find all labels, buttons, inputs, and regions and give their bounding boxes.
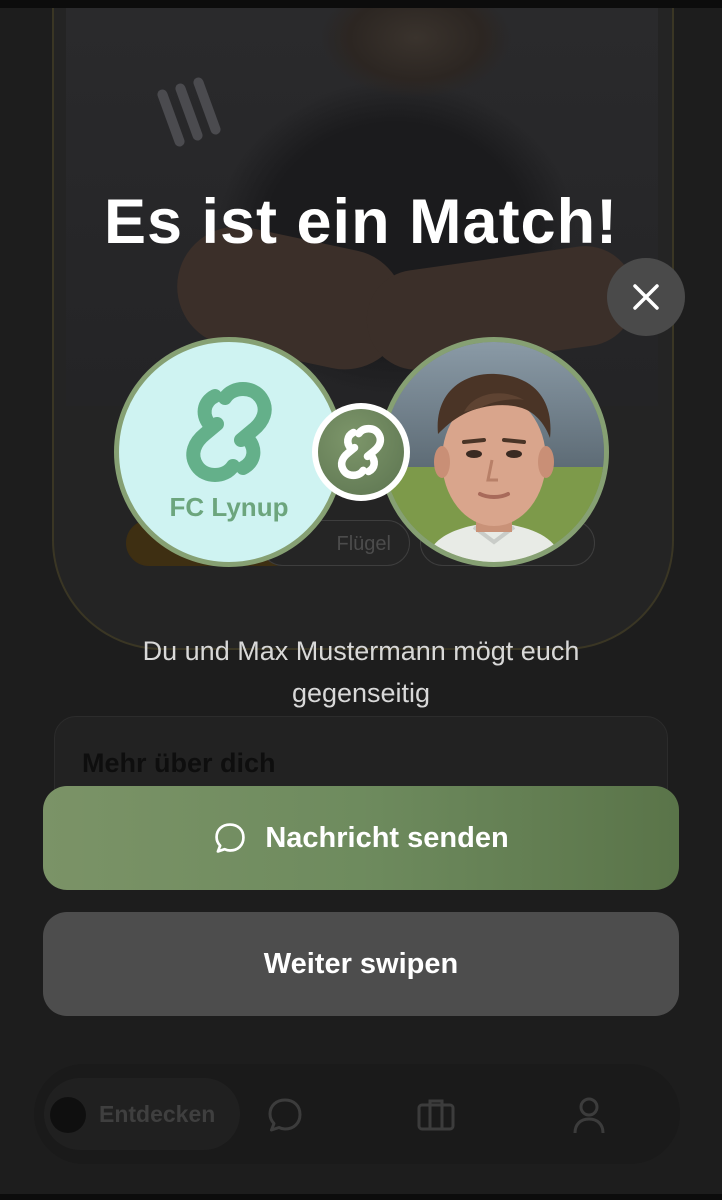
match-title: Es ist ein Match!: [103, 187, 619, 257]
match-link-badge: [312, 403, 410, 501]
discover-icon: [50, 1097, 86, 1133]
match-link-inner: [318, 409, 404, 495]
system-bar: [0, 1194, 722, 1200]
nav-item-label: Entdecken: [99, 1101, 216, 1127]
keep-swiping-button[interactable]: Weiter swipen: [43, 912, 679, 1016]
keep-swiping-label: Weiter swipen: [263, 947, 459, 980]
chat-icon[interactable]: [266, 1096, 304, 1139]
club-avatar: FC Lynup: [114, 337, 344, 567]
club-name: FC Lynup: [169, 492, 289, 522]
send-message-label: Nachricht senden: [265, 821, 509, 854]
chat-bubble-icon: [213, 821, 247, 855]
status-bar: [0, 0, 722, 8]
briefcase-icon[interactable]: [416, 1097, 456, 1138]
close-icon: [633, 284, 659, 310]
background-section-title: Mehr über dich: [82, 748, 276, 778]
chain-link-icon: [337, 424, 385, 480]
close-button[interactable]: [607, 258, 685, 336]
chain-link-icon: [186, 382, 272, 482]
player-avatar: [379, 337, 609, 567]
player-photo: [384, 342, 604, 562]
match-subtitle: Du und Max Mustermann mögt euch gegensei…: [142, 636, 580, 708]
send-message-button[interactable]: Nachricht senden: [43, 786, 679, 890]
profile-icon[interactable]: [572, 1096, 606, 1141]
